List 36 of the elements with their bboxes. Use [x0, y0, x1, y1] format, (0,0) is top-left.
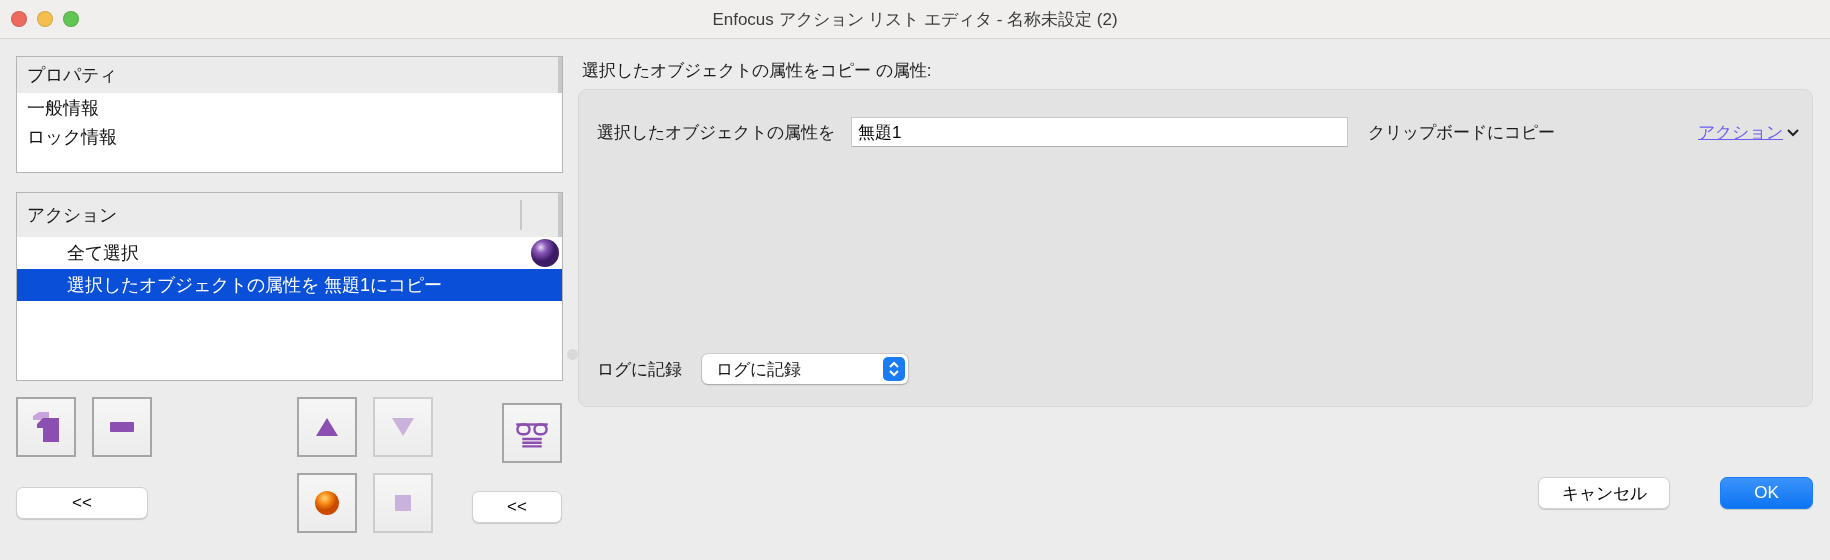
field-label: クリップボードにコピー [1368, 121, 1555, 144]
up-triangle-icon [316, 418, 338, 436]
section-heading: 選択したオブジェクトの属性をコピー の属性: [581, 60, 933, 82]
stepper-icon [883, 357, 905, 381]
action-item[interactable]: 選択したオブジェクトの属性を 無題1にコピー [17, 269, 562, 301]
chevron-down-icon [1786, 127, 1800, 138]
name-field[interactable]: 無題1 [851, 117, 1348, 147]
column-header: アクション [27, 204, 117, 227]
ok-button[interactable]: OK [1720, 477, 1813, 509]
inspect-button[interactable] [502, 403, 562, 463]
remove-button[interactable] [92, 397, 152, 457]
close-button[interactable] [11, 11, 27, 27]
property-item[interactable]: 一般情報 [17, 93, 562, 122]
zoom-button[interactable] [63, 11, 79, 27]
column-header: プロパティ [27, 64, 117, 87]
cancel-button[interactable]: キャンセル [1538, 477, 1670, 509]
duplicate-icon [33, 412, 59, 442]
collapse-button[interactable]: << [16, 487, 148, 519]
down-triangle-icon [392, 418, 414, 436]
action-label: 選択したオブジェクトの属性を 無題1にコピー [67, 274, 442, 297]
action-menu-link[interactable]: アクション [1698, 120, 1800, 144]
up-button[interactable] [297, 397, 357, 457]
window-title: Enfocus アクション リスト エディタ - 名称未設定 (2) [712, 8, 1118, 31]
log-label: ログに記録 [597, 358, 682, 381]
stop-icon [395, 495, 411, 511]
action-item[interactable]: 全て選択 [17, 237, 562, 269]
action-label: 全て選択 [67, 242, 139, 265]
collapse-button[interactable]: << [472, 491, 562, 523]
property-item[interactable]: ロック情報 [17, 122, 562, 151]
duplicate-button[interactable] [16, 397, 76, 457]
run-button[interactable] [297, 473, 357, 533]
minus-icon [110, 422, 134, 432]
ball-icon [315, 491, 339, 515]
minimize-button[interactable] [37, 11, 53, 27]
log-select[interactable]: ログに記録 [702, 354, 908, 384]
field-label: 選択したオブジェクトの属性を [597, 121, 835, 144]
